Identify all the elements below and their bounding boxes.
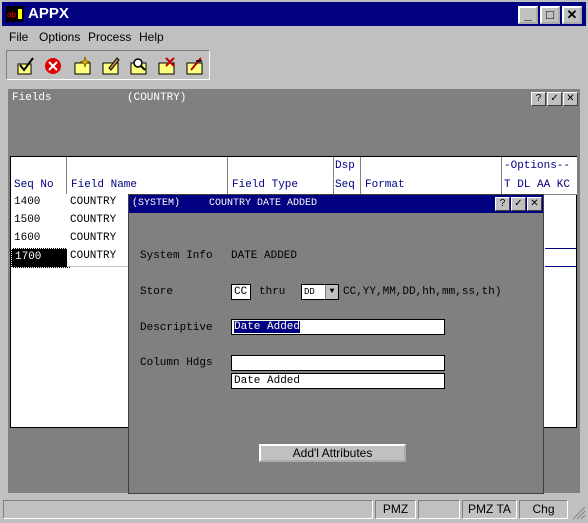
col-format: Format [361,157,502,194]
appx-logo-icon: ap [6,6,24,22]
close-icon: ✕ [530,198,539,209]
store-from-field[interactable]: CC [231,284,251,300]
ok-check-icon[interactable] [15,56,35,76]
menu-help[interactable]: Help [139,30,164,44]
fields-ok-button[interactable]: ✓ [547,92,562,106]
minimize-button[interactable]: _ [518,6,538,24]
col-format-label: Format [365,179,405,191]
col-options-label: -Options-- [504,160,571,172]
col-dsp-label: Dsp [335,160,355,172]
change-record-icon[interactable] [101,56,121,76]
dialog-ok-button[interactable]: ✓ [511,197,526,211]
close-icon: ✕ [566,7,578,22]
col-field-type: Field Type [228,157,334,194]
status-message [3,500,373,519]
menu-process[interactable]: Process [88,30,131,44]
window-title: APPX [28,5,69,22]
cancel-icon[interactable] [43,56,63,76]
row-field[interactable]: COUNTRY [67,230,132,249]
check-icon: ✓ [550,93,559,104]
column-hdgs-label: Column Hdgs [140,357,213,369]
col-options: -Options-- T DL AA KC [502,157,577,194]
store-to-value: DD [304,287,315,297]
scan-record-icon[interactable] [185,56,205,76]
dialog-system-label: (SYSTEM) [132,198,181,209]
resize-grip-icon[interactable] [572,506,586,520]
row-field[interactable]: COUNTRY [67,248,132,267]
delete-record-icon[interactable] [157,56,177,76]
column-heading-1-field[interactable] [231,355,445,371]
dialog-close-button[interactable]: ✕ [527,197,542,211]
add-record-icon[interactable] [73,56,93,76]
row-field[interactable]: COUNTRY [67,194,132,213]
system-info-value: DATE ADDED [231,250,298,262]
fields-panel-header: Fields (COUNTRY) ? ✓ ✕ [9,90,579,108]
col-field-name-label: Field Name [71,179,138,191]
addl-attributes-label: Add'l Attributes [292,446,373,460]
store-label: Store [140,286,174,298]
close-button[interactable]: ✕ [562,6,582,24]
thru-label: thru [259,286,286,298]
toolbar [6,50,210,80]
store-hint: CC,YY,MM,DD,hh,mm,ss,th) [343,286,502,298]
svg-text:ap: ap [7,10,16,19]
addl-attributes-button[interactable]: Add'l Attributes [259,444,406,462]
fields-panel-subtitle: (COUNTRY) [127,92,187,104]
system-info-label: System Info [140,250,213,262]
title-bar: ap APPX _ □ ✕ [2,2,586,26]
col-field-name: Field Name [67,157,228,194]
descriptive-label: Descriptive [140,322,213,334]
check-icon: ✓ [514,198,523,209]
dialog-help-button[interactable]: ? [495,197,510,211]
dropdown-arrow-icon[interactable]: ▼ [325,285,338,299]
row-seq[interactable]: 1400 [11,194,70,213]
status-pmz: PMZ [375,500,416,519]
store-to-select[interactable]: DD ▼ [301,284,339,300]
menu-file[interactable]: File [9,30,28,44]
row-field[interactable]: COUNTRY [67,212,132,231]
selected-row-outline [545,248,577,267]
descriptive-field[interactable]: Date Added [231,319,445,335]
status-pmz-ta: PMZ TA [462,500,517,519]
col-field-type-label: Field Type [232,179,299,191]
column-heading-2-field[interactable]: Date Added [231,373,445,389]
menu-options[interactable]: Options [39,30,80,44]
status-chg: Chg [519,500,568,519]
status-bar: PMZ PMZ TA Chg [0,498,588,523]
fields-close-button[interactable]: ✕ [563,92,578,106]
help-icon: ? [499,198,506,209]
help-icon: ? [535,93,542,104]
dialog-header: (SYSTEM) COUNTRY DATE ADDED ? ✓ ✕ [129,195,543,213]
inquire-record-icon[interactable] [129,56,149,76]
fields-panel-title: Fields [12,92,52,104]
col-seq-label: Seq [335,179,355,191]
maximize-button[interactable]: □ [540,6,560,24]
fields-help-button[interactable]: ? [531,92,546,106]
col-seq-no: Seq No [11,157,67,194]
close-icon: ✕ [566,93,575,104]
col-seq-no-label: Seq No [14,179,54,191]
minimize-icon: _ [524,7,532,22]
status-empty [418,500,460,519]
dialog-title: COUNTRY DATE ADDED [209,198,318,209]
descriptive-value: Date Added [234,321,301,333]
col-dsp-seq: Dsp Seq [334,157,361,194]
row-seq[interactable]: 1500 [11,212,70,231]
maximize-icon: □ [546,7,554,22]
row-seq[interactable]: 1600 [11,230,70,249]
row-seq-selected[interactable]: 1700 [11,248,71,268]
menu-bar: File Options Process Help [0,28,588,46]
col-options-sub-label: T DL AA KC [504,179,571,191]
